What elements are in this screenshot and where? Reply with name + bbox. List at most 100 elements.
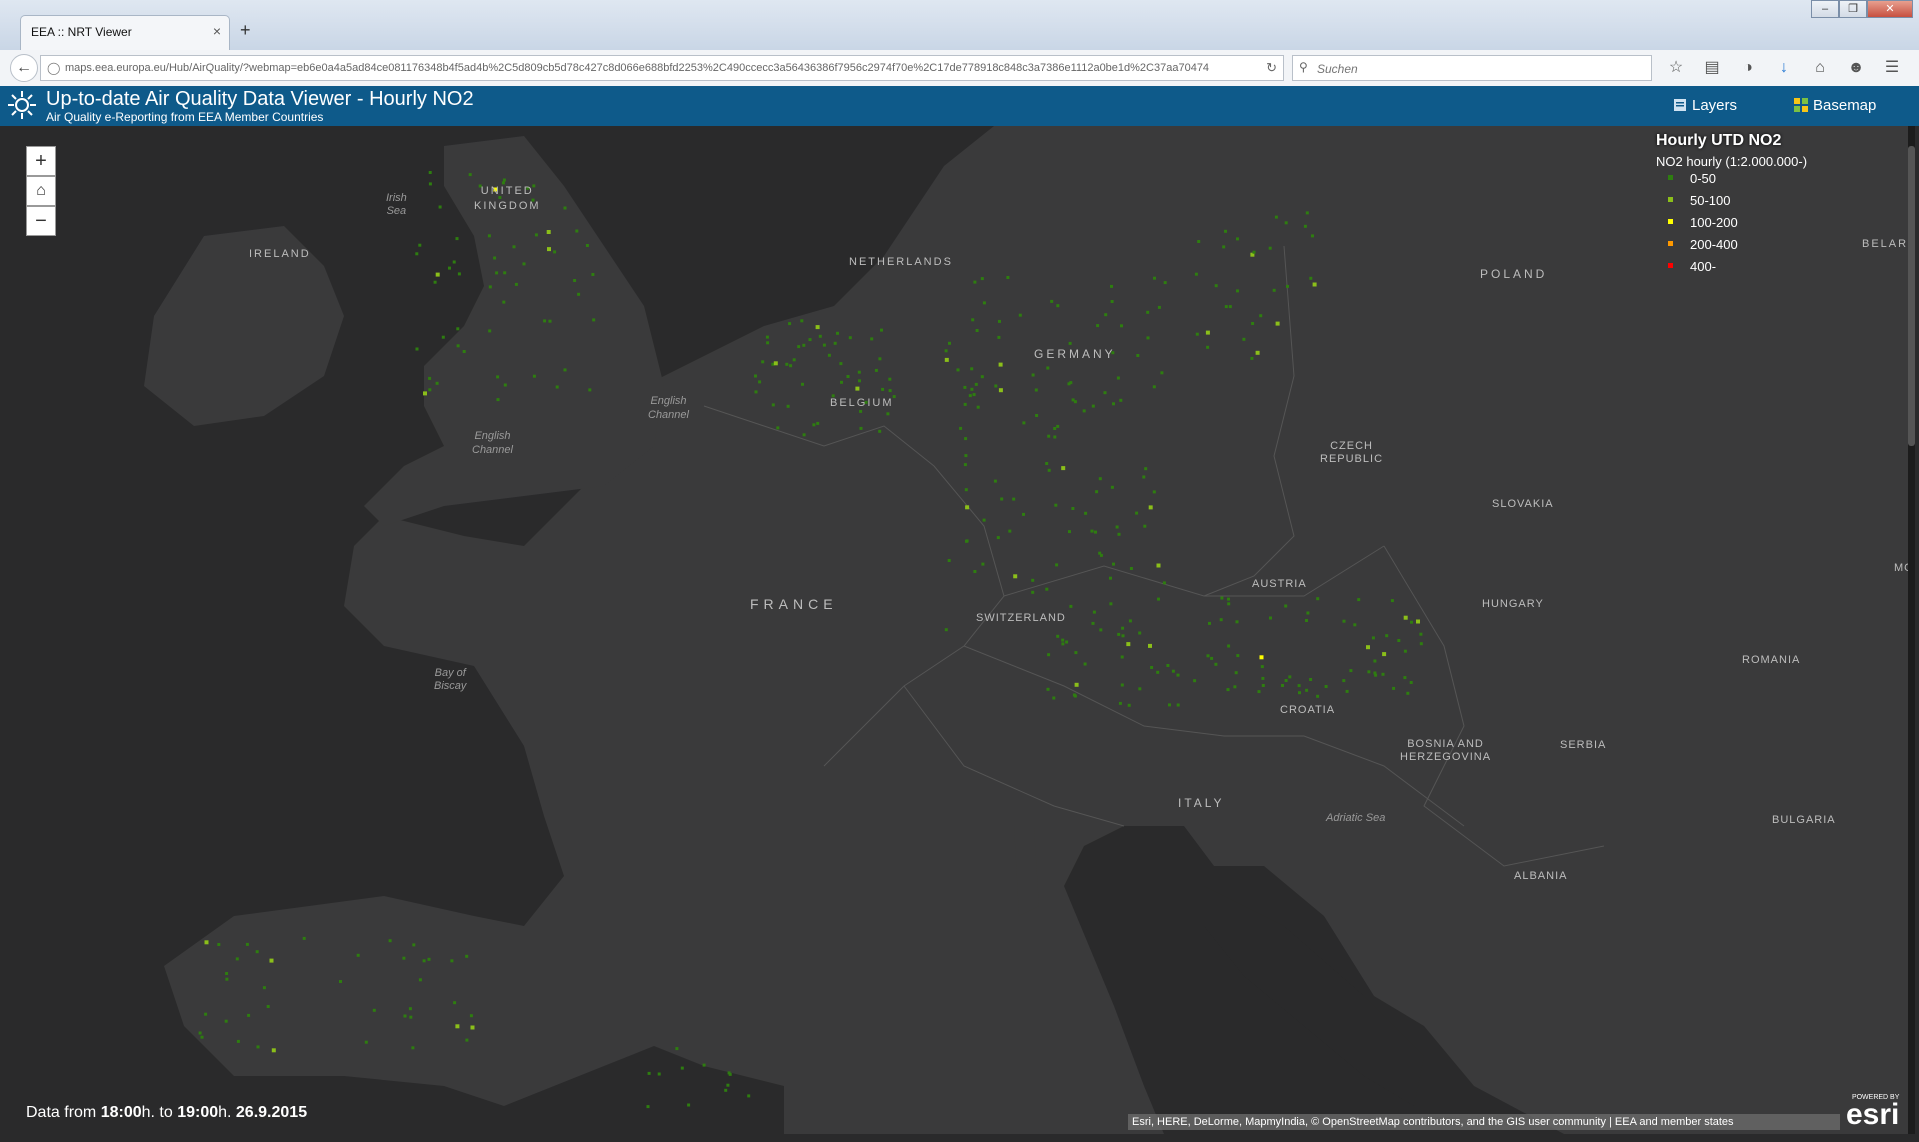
station-marker[interactable] <box>776 426 780 430</box>
station-marker[interactable] <box>1050 299 1054 303</box>
station-marker[interactable] <box>266 1005 270 1008</box>
station-marker[interactable] <box>944 349 948 353</box>
map-scrollbar[interactable] <box>1908 126 1915 1134</box>
station-marker[interactable] <box>546 230 551 234</box>
station-marker[interactable] <box>495 271 499 275</box>
esri-logo[interactable]: POWERED BY esri <box>1846 1094 1899 1130</box>
station-marker[interactable] <box>409 1015 413 1019</box>
station-marker[interactable] <box>217 943 221 946</box>
station-marker[interactable] <box>1227 602 1231 606</box>
station-marker[interactable] <box>1120 324 1123 328</box>
station-marker[interactable] <box>1403 676 1407 680</box>
station-marker[interactable] <box>965 505 970 510</box>
station-marker[interactable] <box>1127 703 1131 707</box>
station-marker[interactable] <box>785 362 789 366</box>
station-marker[interactable] <box>532 374 536 378</box>
station-marker[interactable] <box>747 1094 751 1098</box>
station-marker[interactable] <box>577 292 581 296</box>
station-marker[interactable] <box>555 385 559 389</box>
station-marker[interactable] <box>964 488 968 492</box>
station-marker[interactable] <box>998 319 1001 323</box>
station-marker[interactable] <box>963 385 967 389</box>
station-marker[interactable] <box>1252 250 1256 254</box>
station-marker[interactable] <box>1257 690 1261 694</box>
station-marker[interactable] <box>970 387 974 391</box>
station-marker[interactable] <box>1228 305 1232 309</box>
station-marker[interactable] <box>247 1013 251 1017</box>
station-marker[interactable] <box>1210 656 1214 660</box>
station-marker[interactable] <box>1286 284 1289 288</box>
station-marker[interactable] <box>956 368 960 372</box>
station-marker[interactable] <box>687 1103 691 1107</box>
station-marker[interactable] <box>1397 639 1401 642</box>
station-marker[interactable] <box>1121 626 1125 630</box>
station-marker[interactable] <box>1047 653 1051 657</box>
station-marker[interactable] <box>963 463 967 467</box>
station-marker[interactable] <box>1284 679 1288 682</box>
station-marker[interactable] <box>553 250 557 254</box>
station-marker[interactable] <box>878 429 882 433</box>
station-marker[interactable] <box>982 518 986 522</box>
station-marker[interactable] <box>1272 288 1276 292</box>
station-marker[interactable] <box>1162 581 1166 585</box>
station-marker[interactable] <box>514 282 518 286</box>
station-marker[interactable] <box>1206 654 1210 658</box>
station-marker[interactable] <box>1236 237 1239 241</box>
station-marker[interactable] <box>1083 662 1087 666</box>
station-marker[interactable] <box>1260 665 1264 669</box>
station-marker[interactable] <box>427 957 431 961</box>
station-marker[interactable] <box>487 234 491 238</box>
station-marker[interactable] <box>1115 525 1119 529</box>
station-marker[interactable] <box>422 959 426 963</box>
station-marker[interactable] <box>1227 597 1230 601</box>
station-marker[interactable] <box>465 954 469 958</box>
home-icon[interactable]: ⌂ <box>1809 57 1831 79</box>
station-marker[interactable] <box>235 957 239 961</box>
station-marker[interactable] <box>236 1039 240 1043</box>
station-marker[interactable] <box>1385 634 1389 638</box>
station-marker[interactable] <box>1251 322 1255 325</box>
station-marker[interactable] <box>364 1040 368 1044</box>
scrollbar-thumb[interactable] <box>1908 146 1915 446</box>
station-marker[interactable] <box>415 347 419 351</box>
station-marker[interactable] <box>1406 691 1410 695</box>
station-marker[interactable] <box>1152 385 1156 389</box>
station-marker[interactable] <box>1305 211 1309 215</box>
station-marker[interactable] <box>418 978 422 982</box>
station-marker[interactable] <box>1094 530 1097 534</box>
station-marker[interactable] <box>470 1025 475 1030</box>
station-marker[interactable] <box>1281 684 1284 687</box>
station-marker[interactable] <box>1419 632 1423 636</box>
station-marker[interactable] <box>522 262 526 266</box>
zoom-in-button[interactable]: + <box>26 146 56 176</box>
station-marker[interactable] <box>262 986 266 990</box>
station-marker[interactable] <box>858 379 861 383</box>
station-marker[interactable] <box>888 389 892 393</box>
station-marker[interactable] <box>428 182 432 186</box>
station-marker[interactable] <box>702 1063 706 1067</box>
station-marker[interactable] <box>573 279 577 282</box>
station-marker[interactable] <box>1034 388 1038 392</box>
station-marker[interactable] <box>1055 563 1059 567</box>
station-marker[interactable] <box>1074 682 1079 687</box>
station-marker[interactable] <box>968 394 972 398</box>
station-marker[interactable] <box>1234 671 1238 675</box>
station-marker[interactable] <box>1110 485 1114 489</box>
search-input[interactable] <box>1315 59 1639 79</box>
station-marker[interactable] <box>493 256 497 260</box>
station-marker[interactable] <box>591 273 595 276</box>
station-marker[interactable] <box>1403 649 1407 653</box>
station-marker[interactable] <box>802 343 806 347</box>
station-marker[interactable] <box>997 335 1001 339</box>
station-marker[interactable] <box>1068 341 1072 345</box>
address-bar[interactable]: ◯ maps.eea.europa.eu/Hub/AirQuality/?web… <box>40 55 1284 81</box>
station-marker[interactable] <box>815 325 820 330</box>
station-marker[interactable] <box>224 1019 228 1023</box>
station-marker[interactable] <box>788 322 792 326</box>
station-marker[interactable] <box>1303 224 1307 228</box>
station-marker[interactable] <box>786 404 790 408</box>
station-marker[interactable] <box>1090 529 1094 533</box>
station-marker[interactable] <box>1031 373 1035 377</box>
station-marker[interactable] <box>1250 356 1254 360</box>
station-marker[interactable] <box>972 393 976 397</box>
